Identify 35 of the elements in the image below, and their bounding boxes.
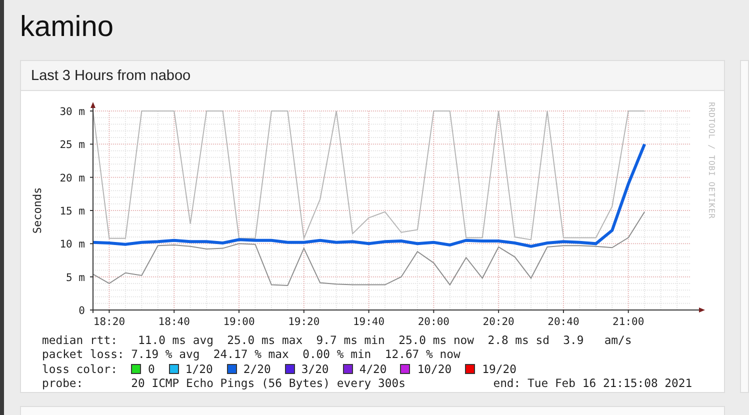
- x-tick-label: 20:20: [482, 316, 514, 328]
- legend-label: 1/20: [185, 362, 213, 376]
- y-tick-label: 10 m: [60, 238, 85, 251]
- stat-label: loss color:: [42, 362, 118, 376]
- panel-title: Last 3 Hours from naboo: [21, 61, 724, 91]
- stat-label: median rtt:: [42, 333, 118, 348]
- stat-label: probe:: [42, 376, 84, 391]
- y-tick-label: 15 m: [60, 206, 85, 218]
- stat-values: 7.19 % avg 24.17 % max 0.00 % min 12.67 % now: [131, 347, 460, 362]
- legend-label: 10/20: [417, 362, 452, 376]
- y-tick-label: 0: [78, 305, 85, 317]
- y-tick-label: 25 m: [60, 139, 85, 152]
- x-tick-label: 20:00: [418, 316, 450, 328]
- x-tick-label: 20:40: [548, 316, 580, 328]
- y-tick-label: 20 m: [60, 172, 85, 184]
- legend-label: 19/20: [482, 362, 516, 376]
- stat-values: 11.0 ms avg 25.0 ms max 9.7 ms min 25.0 ms now 2.8 ms sd 3.9 am/s: [136, 333, 632, 348]
- y-tick-label: 5 m: [66, 272, 85, 284]
- y-tick-label: 30 m: [60, 106, 85, 118]
- legend-label: 4/20: [359, 362, 387, 376]
- legend-label: 0: [148, 362, 155, 376]
- x-tick-label: 21:00: [612, 316, 644, 328]
- legend-label: 3/20: [301, 362, 329, 376]
- x-tick-label: 19:00: [223, 316, 255, 328]
- x-tick-label: 19:20: [288, 316, 320, 328]
- x-tick-label: 18:40: [158, 316, 190, 328]
- end-time: end: Tue Feb 16 21:15:08 2021: [493, 376, 692, 391]
- x-tick-label: 19:40: [352, 316, 385, 328]
- credit-text: RRDTOOL / TOBI OETIKER: [707, 102, 716, 219]
- x-tick-label: 18:20: [93, 316, 126, 328]
- axis-title: Seconds: [31, 187, 44, 234]
- page-title: kamino: [20, 11, 114, 45]
- probe-text: 20 ICMP Echo Pings (56 Bytes) every 300s: [131, 376, 406, 391]
- legend-label: 2/20: [243, 362, 271, 376]
- stat-label: packet loss:: [42, 347, 126, 362]
